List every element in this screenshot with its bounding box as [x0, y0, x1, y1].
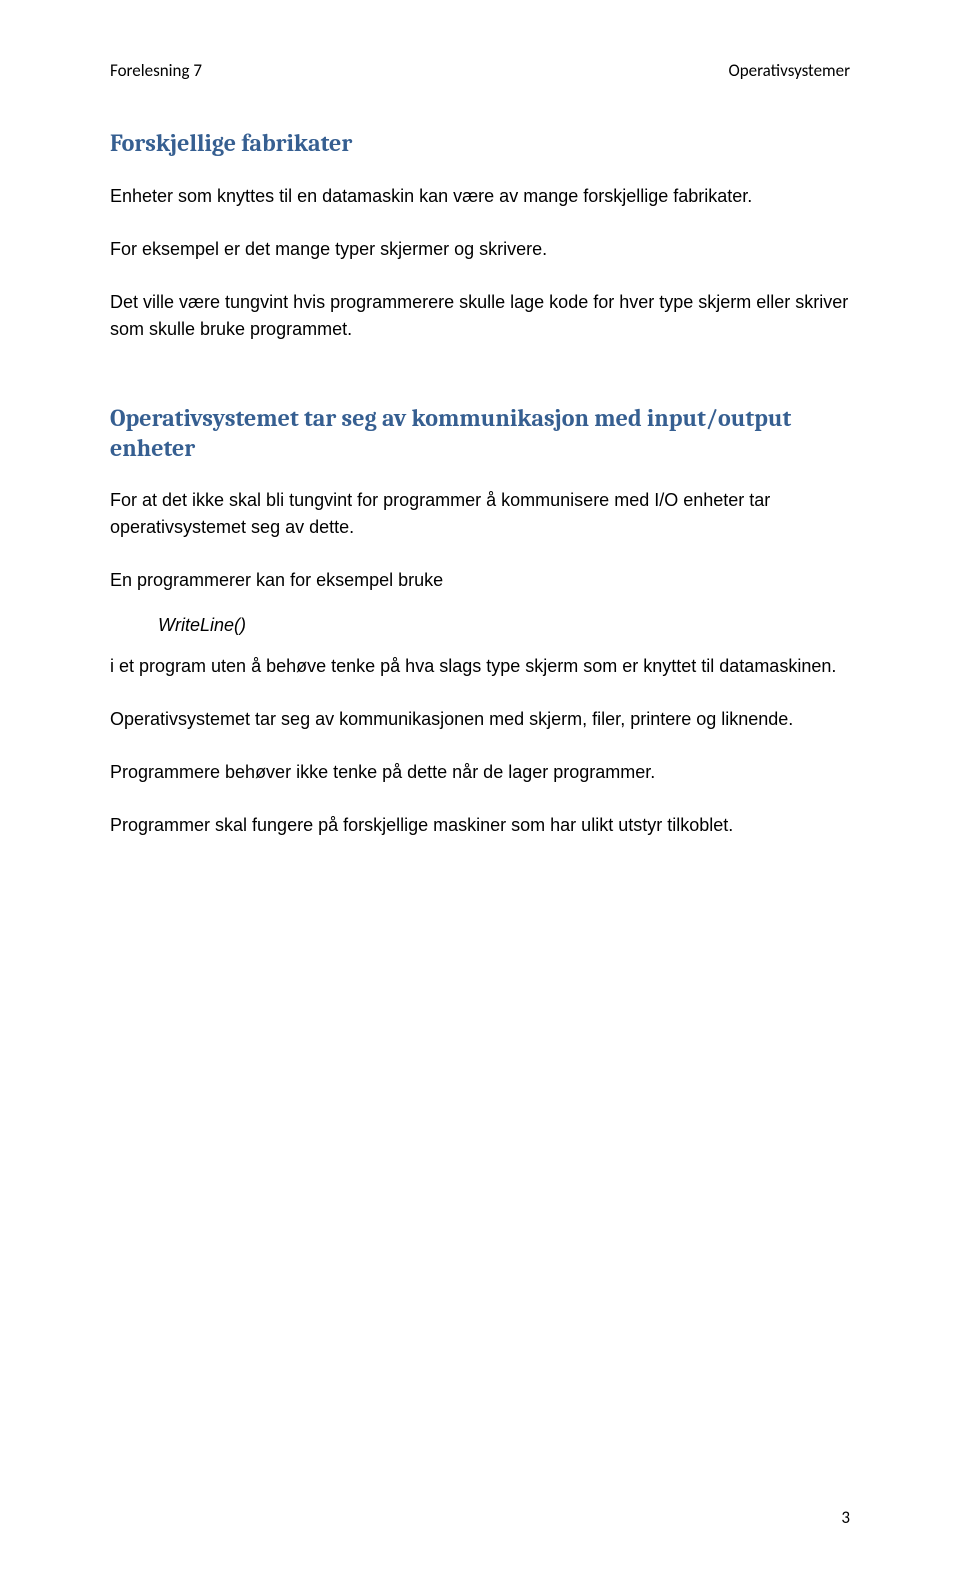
- section-2-title: Operativsystemet tar seg av kommunikasjo…: [110, 403, 850, 463]
- section-1-p1: Enheter som knyttes til en datamaskin ka…: [110, 183, 850, 210]
- header-right: Operativsystemer: [728, 60, 850, 81]
- page-header: Forelesning 7 Operativsystemer: [110, 60, 850, 81]
- section-2-code: WriteLine(): [158, 612, 850, 639]
- page-number: 3: [841, 1507, 850, 1528]
- section-1-p3: Det ville være tungvint hvis programmere…: [110, 289, 850, 343]
- section-2-p3: i et program uten å behøve tenke på hva …: [110, 653, 850, 680]
- header-left: Forelesning 7: [110, 60, 202, 81]
- section-2-p1: For at det ikke skal bli tungvint for pr…: [110, 487, 850, 541]
- section-2-p4: Operativsystemet tar seg av kommunikasjo…: [110, 706, 850, 733]
- section-1-title: Forskjellige fabrikater: [110, 129, 850, 157]
- section-2-p6: Programmer skal fungere på forskjellige …: [110, 812, 850, 839]
- document-page: Forelesning 7 Operativsystemer Forskjell…: [0, 0, 960, 1584]
- section-gap: [110, 369, 850, 403]
- section-1-p2: For eksempel er det mange typer skjermer…: [110, 236, 850, 263]
- section-2-p2: En programmerer kan for eksempel bruke: [110, 567, 850, 594]
- section-2-p5: Programmere behøver ikke tenke på dette …: [110, 759, 850, 786]
